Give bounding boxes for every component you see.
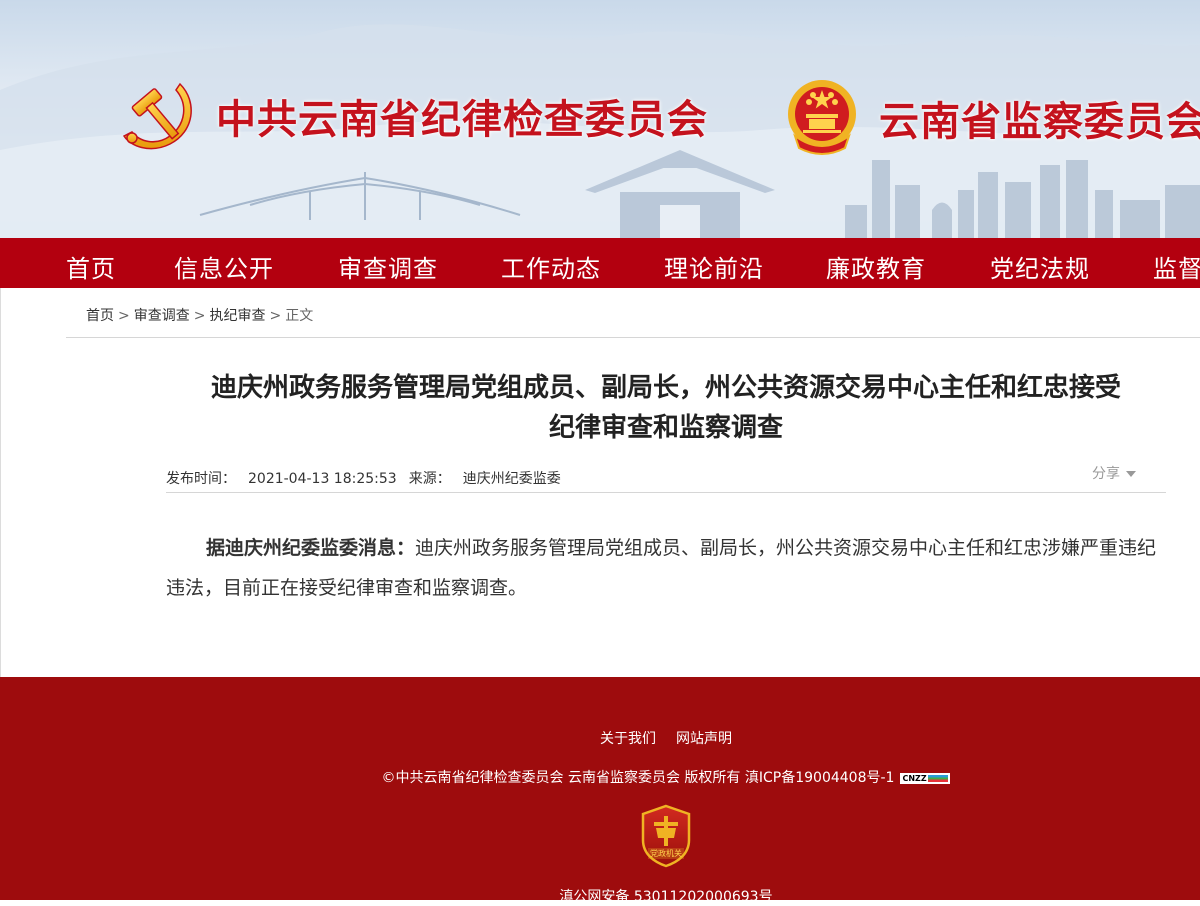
article-source: 来源： 迪庆州纪委监委 [409, 471, 561, 487]
article-title-line2: 纪律审查和监察调查 [548, 413, 783, 443]
nav-item-education[interactable]: 廉政教育 [826, 249, 926, 284]
breadcrumb-review[interactable]: 审查调查 [134, 308, 190, 324]
site-footer [0, 677, 1200, 900]
copyright-text: ©中共云南省纪律检查委员会 云南省监察委员会 版权所有 滇ICP备1900440… [381, 770, 895, 786]
publish-time-label: 发布时间： [166, 471, 236, 487]
copyright-line: ©中共云南省纪律检查委员会 云南省监察委员会 版权所有 滇ICP备1900440… [0, 767, 1200, 787]
nav-item-home[interactable]: 首页 [66, 249, 116, 284]
source-label: 来源： [408, 471, 451, 487]
share-button[interactable]: 分享 [1092, 463, 1136, 483]
nav-item-work-news[interactable]: 工作动态 [501, 249, 601, 284]
chevron-down-icon [1126, 471, 1136, 477]
share-label: 分享 [1092, 466, 1120, 482]
brand-left[interactable]: 中共云南省纪律检查委员会 [120, 74, 708, 158]
breadcrumb-home[interactable]: 首页 [86, 308, 114, 324]
nav-item-supervision[interactable]: 监督 [1153, 249, 1200, 284]
article-meta: 发布时间： 2021-04-13 18:25:53 来源： 迪庆州纪委监委 [166, 468, 561, 488]
article-title-line1: 迪庆州政务服务管理局党组成员、副局长，州公共资源交易中心主任和红忠接受 [210, 373, 1121, 403]
cnzz-label: CNZZ [902, 773, 927, 783]
communist-party-emblem-icon [120, 74, 198, 158]
footer-links: 关于我们 网站声明 [0, 728, 1200, 748]
cnzz-stats-icon[interactable]: CNZZ [900, 772, 951, 784]
article-body: 据迪庆州纪委监委消息：迪庆州政务服务管理局党组成员、副局长，州公共资源交易中心主… [166, 528, 1168, 608]
right-site-title: 云南省监察委员会 [879, 99, 1200, 145]
badge-label: 党政机关 [650, 849, 682, 858]
breadcrumb-separator: > [118, 308, 130, 324]
left-site-title: 中共云南省纪律检查委员会 [216, 97, 708, 143]
party-government-badge[interactable]: 党政机关 [640, 804, 692, 872]
breadcrumb-separator: > [269, 308, 282, 324]
publish-time: 发布时间： 2021-04-13 18:25:53 [166, 471, 397, 487]
breadcrumb-separator: > [193, 308, 206, 324]
meta-divider [166, 492, 1166, 493]
nav-item-info[interactable]: 信息公开 [174, 249, 274, 284]
national-emblem-icon [785, 76, 859, 160]
about-us-link[interactable]: 关于我们 [600, 731, 656, 747]
breadcrumb-discipline-review[interactable]: 执纪审查 [209, 308, 265, 324]
site-banner: 中共云南省纪律检查委员会 云南省监察委员会 [0, 0, 1200, 238]
source-value: 迪庆州纪委监委 [462, 471, 561, 487]
nav-item-regulations[interactable]: 党纪法规 [990, 249, 1090, 284]
breadcrumb-current: 正文 [285, 308, 314, 324]
breadcrumb-divider [66, 337, 1200, 338]
brand-right[interactable]: 云南省监察委员会 [785, 76, 1200, 160]
site-statement-link[interactable]: 网站声明 [676, 731, 732, 747]
article-title: 迪庆州政务服务管理局党组成员、副局长，州公共资源交易中心主任和红忠接受 纪律审查… [166, 368, 1166, 448]
cnzz-bars [928, 774, 949, 782]
nav-item-theory[interactable]: 理论前沿 [664, 249, 764, 284]
article-lead: 据迪庆州纪委监委消息： [206, 537, 416, 559]
breadcrumb: 首页 > 审查调查 > 执纪审查 > 正文 [86, 305, 313, 325]
publish-time-value: 2021-04-13 18:25:53 [248, 471, 397, 487]
main-nav: 首页 信息公开 审查调查 工作动态 理论前沿 廉政教育 党纪法规 监督 [0, 238, 1200, 288]
police-record[interactable]: 滇公网安备 53011202000693号 [0, 886, 1200, 906]
nav-item-review[interactable]: 审查调查 [338, 249, 438, 284]
